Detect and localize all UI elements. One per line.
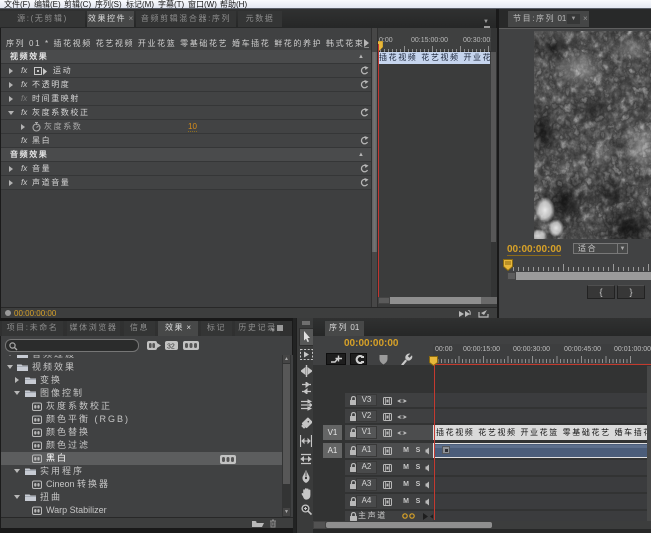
svg-text:32: 32 <box>167 344 175 351</box>
